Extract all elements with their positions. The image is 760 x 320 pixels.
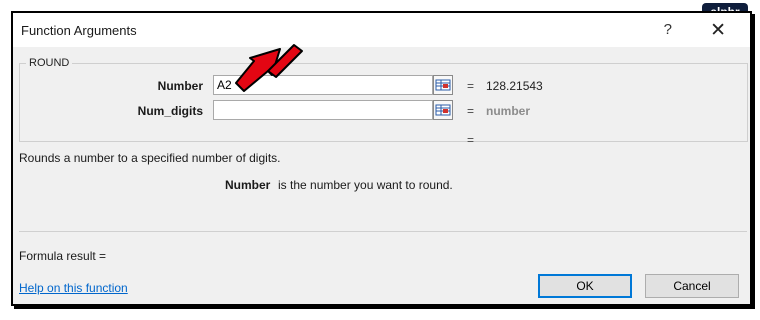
function-description: Rounds a number to a specified number of… [19,151,281,165]
cancel-button[interactable]: Cancel [645,274,739,298]
divider [19,231,747,232]
number-result: 128.21543 [486,79,543,93]
num-digits-label: Num_digits [137,104,203,118]
red-arrow-annotation [235,44,303,92]
dialog-title: Function Arguments [21,23,137,38]
number-range-select-button[interactable] [433,75,453,95]
formula-result: Formula result = [19,249,107,263]
argument-name: Number [225,178,271,192]
num-digits-input[interactable] [213,100,433,120]
title-bar: Function Arguments ? ✕ [13,13,750,47]
num-digits-result: number [486,104,531,118]
function-arguments-dialog: Function Arguments ? ✕ ROUND Number = 12… [11,11,752,306]
num-digits-equals: = [467,104,475,118]
help-on-function-link[interactable]: Help on this function [19,281,128,295]
overall-equals: = [467,133,475,147]
ok-button[interactable]: OK [538,274,632,298]
num-digits-range-select-button[interactable] [433,100,453,120]
collapse-dialog-icon [435,79,451,91]
close-icon[interactable]: ✕ [710,19,726,42]
argument-description: is the number you want to round. [278,178,453,192]
collapse-dialog-icon [435,104,451,116]
help-icon[interactable]: ? [664,21,672,38]
number-equals: = [467,79,475,93]
number-label: Number [157,79,203,93]
function-name: ROUND [29,57,70,69]
